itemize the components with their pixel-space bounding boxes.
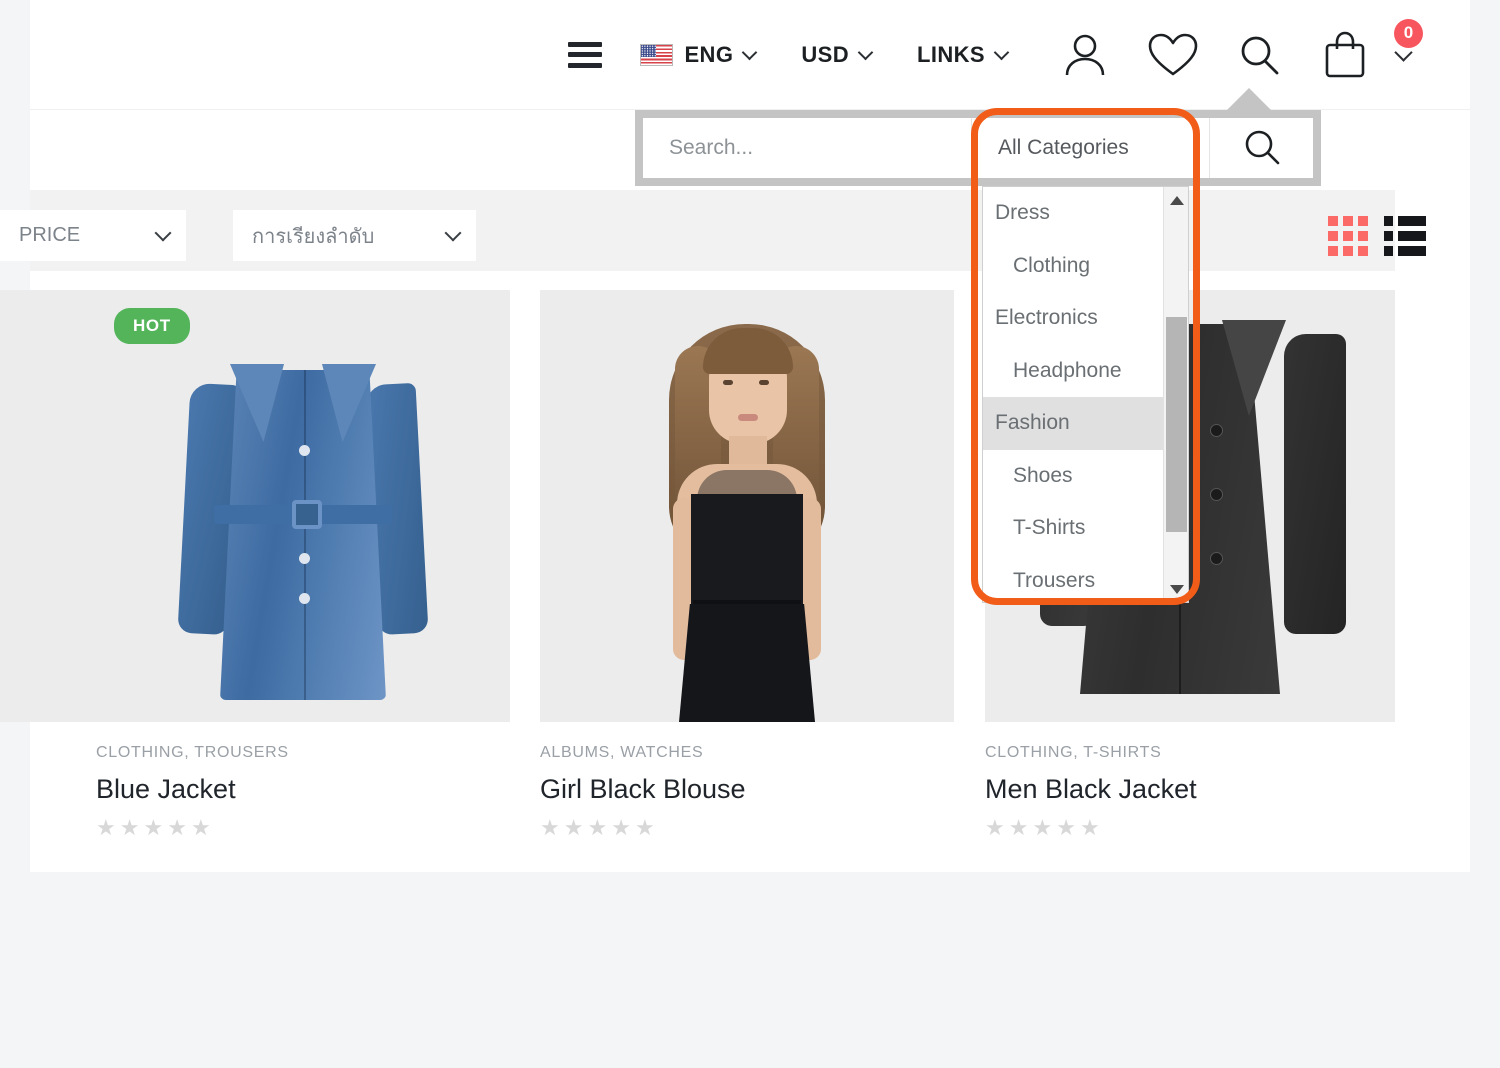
sort-order-label: การเรียงลำดับ — [252, 225, 375, 248]
product-rating-stars[interactable]: ★ ★ ★ ★ ★ — [540, 817, 984, 839]
star-icon: ★ — [1032, 815, 1053, 840]
star-icon: ★ — [143, 815, 164, 840]
chevron-down-icon — [993, 44, 1010, 61]
chevron-down-icon — [444, 224, 462, 242]
star-icon: ★ — [634, 815, 655, 840]
product-rating-stars[interactable]: ★ ★ ★ ★ ★ — [96, 817, 540, 839]
heart-icon — [1148, 33, 1198, 75]
shopping-bag-icon — [1325, 31, 1365, 77]
header-controls: ENG USD LINKS 0 — [568, 18, 1423, 81]
category-item-shoes[interactable]: Shoes — [983, 450, 1163, 503]
product-card[interactable]: ALBUMS, WATCHES Girl Black Blouse ★ ★ ★ … — [540, 290, 984, 839]
category-dropdown-list[interactable]: Dress Clothing Electronics Headphone Fas… — [982, 186, 1189, 603]
hamburger-bar — [568, 62, 603, 68]
product-categories: CLOTHING, TROUSERS — [96, 744, 289, 761]
category-item-electronics[interactable]: Electronics — [983, 292, 1163, 345]
star-icon: ★ — [1008, 815, 1029, 840]
star-icon: ★ — [587, 815, 608, 840]
star-icon: ★ — [119, 815, 140, 840]
us-flag-icon — [640, 43, 674, 66]
star-icon: ★ — [563, 815, 584, 840]
search-icon — [1245, 130, 1279, 165]
search-popup: All Categories — [635, 110, 1321, 186]
search-submit-button[interactable] — [1209, 118, 1313, 178]
category-item-fashion[interactable]: Fashion — [983, 397, 1163, 450]
hamburger-bar — [568, 41, 603, 47]
product-categories: CLOTHING, T-SHIRTS — [985, 744, 1162, 761]
product-thumbnail[interactable]: HOT — [96, 290, 510, 722]
product-image-girl-black-blouse — [617, 318, 877, 722]
search-icon — [1241, 36, 1279, 74]
star-icon: ★ — [1056, 815, 1076, 840]
cart-button[interactable]: 0 — [1319, 18, 1423, 80]
product-title[interactable]: Girl Black Blouse — [540, 774, 984, 805]
category-items: Dress Clothing Electronics Headphone Fas… — [983, 187, 1163, 602]
user-account-icon — [1065, 34, 1105, 75]
grid-view-icon[interactable] — [1328, 216, 1368, 256]
page-root: ENG USD LINKS 0 PRICE การเรียงลำดับ HOT … — [0, 0, 1500, 1068]
product-title[interactable]: Blue Jacket — [96, 774, 540, 805]
product-card[interactable] — [0, 290, 96, 722]
cart-count-badge: 0 — [1394, 18, 1423, 48]
star-icon: ★ — [540, 815, 560, 840]
category-item-tshirts[interactable]: T-Shirts — [983, 502, 1163, 555]
star-icon: ★ — [167, 815, 187, 840]
price-filter-label: PRICE — [19, 224, 81, 246]
search-popup-pointer — [1225, 88, 1273, 112]
star-icon: ★ — [1079, 815, 1100, 840]
language-label: ENG — [684, 41, 734, 67]
product-thumbnail[interactable] — [0, 290, 96, 722]
star-icon: ★ — [190, 815, 211, 840]
sort-order-dropdown[interactable]: การเรียงลำดับ — [233, 210, 476, 261]
currency-selector[interactable]: USD — [801, 41, 874, 68]
scroll-down-arrow-icon[interactable] — [1164, 578, 1188, 600]
category-item-trousers[interactable]: Trousers — [983, 555, 1163, 603]
star-icon: ★ — [611, 815, 631, 840]
status-badge: HOT — [114, 308, 190, 344]
hamburger-menu-icon[interactable] — [568, 41, 603, 68]
hamburger-bar — [568, 52, 603, 57]
scroll-up-arrow-icon[interactable] — [1164, 189, 1188, 211]
wishlist-button[interactable] — [1147, 31, 1199, 79]
language-selector[interactable]: ENG — [640, 41, 758, 68]
product-grid: HOT CLOTHING, TROUSERS Blue Jacket ★ ★ ★… — [0, 290, 1470, 870]
search-input[interactable] — [643, 118, 971, 178]
links-menu[interactable]: LINKS — [917, 41, 1010, 68]
search-category-select[interactable]: All Categories — [971, 118, 1209, 178]
chevron-down-icon — [742, 44, 758, 61]
scrollbar-thumb[interactable] — [1166, 317, 1187, 532]
links-label: LINKS — [917, 41, 985, 67]
category-item-headphone[interactable]: Headphone — [983, 345, 1163, 398]
search-category-label: All Categories — [998, 136, 1129, 159]
chevron-down-icon — [857, 44, 874, 61]
product-rating-stars[interactable]: ★ ★ ★ ★ ★ — [985, 817, 1425, 839]
star-icon: ★ — [96, 815, 116, 840]
chevron-down-icon — [154, 224, 172, 242]
account-button[interactable] — [1059, 29, 1111, 81]
list-view-icon[interactable] — [1384, 216, 1426, 256]
product-title[interactable]: Men Black Jacket — [985, 774, 1425, 805]
product-thumbnail[interactable] — [540, 290, 954, 722]
search-button[interactable] — [1235, 31, 1283, 79]
view-mode-toggles — [1328, 216, 1426, 256]
star-icon: ★ — [985, 815, 1005, 840]
product-image-blue-jacket — [177, 340, 429, 700]
category-item-clothing[interactable]: Clothing — [983, 240, 1163, 293]
dropdown-scrollbar[interactable] — [1163, 187, 1188, 602]
product-categories: ALBUMS, WATCHES — [540, 744, 704, 761]
product-card[interactable]: HOT CLOTHING, TROUSERS Blue Jacket ★ ★ ★… — [96, 290, 540, 839]
price-filter-dropdown[interactable]: PRICE — [0, 210, 186, 261]
category-item-dress[interactable]: Dress — [983, 187, 1163, 240]
currency-label: USD — [801, 41, 849, 67]
